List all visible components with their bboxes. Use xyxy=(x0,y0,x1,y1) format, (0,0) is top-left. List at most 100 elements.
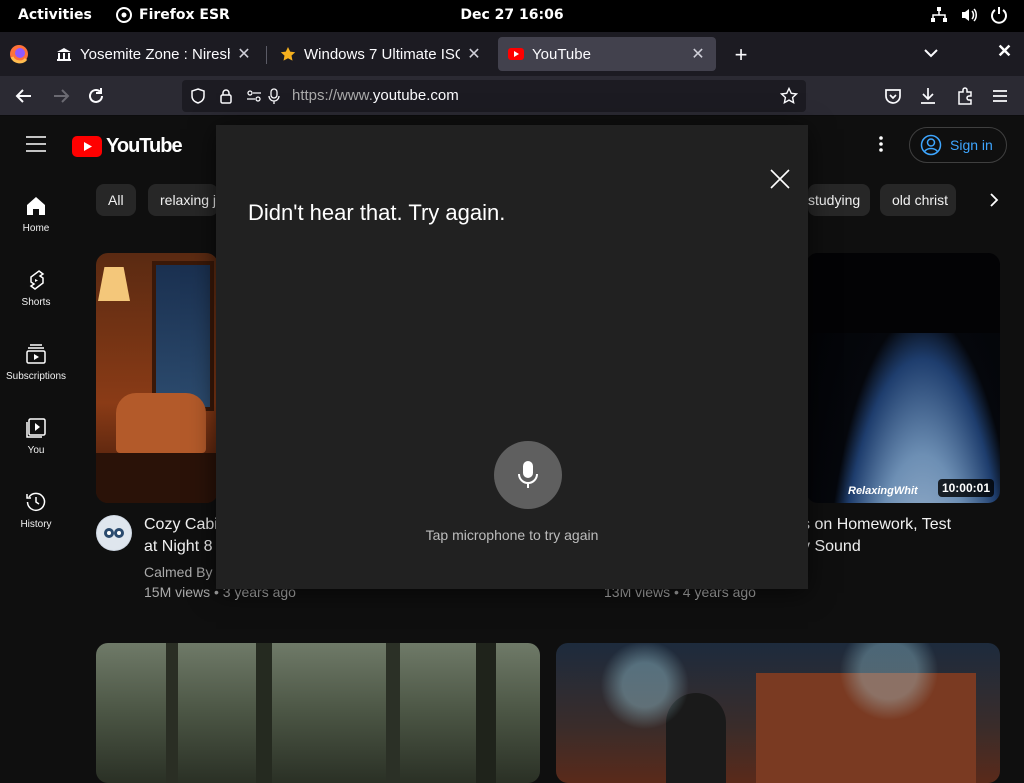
sign-in-label: Sign in xyxy=(950,137,993,153)
chevron-right-icon[interactable] xyxy=(986,192,1002,208)
reload-icon[interactable] xyxy=(86,86,106,106)
sidebar-item-label: History xyxy=(20,519,52,530)
video-title[interactable]: Cozy Cabi xyxy=(144,514,218,536)
youtube-wordmark: YouTube xyxy=(106,135,183,157)
pocket-icon[interactable] xyxy=(883,86,903,106)
tree-trunk xyxy=(476,643,496,783)
sidebar-item-label: You xyxy=(27,445,45,456)
chip-relaxing[interactable]: relaxing j xyxy=(148,184,218,216)
tab-yosemite[interactable]: Yosemite Zone : Niresh; A ✕ xyxy=(46,37,262,71)
home-icon xyxy=(27,197,45,215)
window-scene xyxy=(152,261,214,411)
microphone-permission-icon[interactable] xyxy=(268,88,280,104)
star-icon xyxy=(280,47,296,61)
app-menu[interactable]: Firefox ESR xyxy=(116,7,230,23)
tab-bar: Yosemite Zone : Niresh; A ✕ Windows 7 Ul… xyxy=(0,32,1024,76)
chip-all[interactable]: All xyxy=(96,184,136,216)
you-icon xyxy=(26,418,46,438)
tab-separator xyxy=(266,46,267,64)
chip-studying[interactable]: studying xyxy=(808,184,870,216)
sidebar-item-history[interactable]: History xyxy=(0,491,72,530)
voice-search-dialog: Didn't hear that. Try again. Tap microph… xyxy=(216,125,808,589)
youtube-logo[interactable]: YouTube xyxy=(72,135,183,158)
microphone-icon xyxy=(518,461,538,488)
youtube-logo-icon xyxy=(72,136,102,157)
subscriptions-icon xyxy=(26,344,46,364)
tree-trunk xyxy=(386,643,400,783)
tab-title: YouTube xyxy=(532,45,591,63)
url-prefix: https://www. xyxy=(292,87,373,104)
volume-icon xyxy=(962,8,977,22)
video-title-line2[interactable]: at Night 8 xyxy=(144,536,212,558)
navigation-toolbar: https://www.youtube.com xyxy=(0,76,1024,116)
hamburger-menu-icon[interactable] xyxy=(990,86,1010,106)
power-icon xyxy=(991,7,1007,24)
floor-shadow xyxy=(96,453,218,503)
tree-trunk xyxy=(166,643,178,783)
sidebar-item-shorts[interactable]: Shorts xyxy=(0,269,72,308)
video-thumbnail[interactable] xyxy=(96,643,540,783)
sidebar-item-home[interactable]: Home xyxy=(0,195,72,234)
network-icon xyxy=(931,7,947,22)
forward-arrow-icon[interactable] xyxy=(51,86,71,106)
video-thumbnail[interactable]: RelaxingWhit 10:00:01 xyxy=(806,253,1000,503)
extensions-icon[interactable] xyxy=(955,86,975,106)
channel-watermark: RelaxingWhit xyxy=(848,485,918,497)
tab-close-icon[interactable]: ✕ xyxy=(466,44,482,64)
back-arrow-icon[interactable] xyxy=(14,86,34,106)
dialog-message: Didn't hear that. Try again. xyxy=(248,200,506,225)
string-lights xyxy=(556,643,1000,783)
sidebar-item-subscriptions[interactable]: Subscriptions xyxy=(0,343,72,382)
youtube-icon xyxy=(508,48,524,60)
tab-title: Yosemite Zone : Niresh; A xyxy=(80,45,230,63)
channel-name[interactable]: Calmed By xyxy=(144,564,212,580)
activities-button[interactable]: Activities xyxy=(18,7,92,23)
sidebar-item-you[interactable]: You xyxy=(0,417,72,456)
lock-icon[interactable] xyxy=(218,88,234,104)
url-domain: youtube.com xyxy=(372,87,459,104)
space-scene xyxy=(806,253,1000,333)
chip-old-christmas[interactable]: old christ xyxy=(880,184,956,216)
firefox-app-icon xyxy=(116,7,132,23)
dialog-hint: Tap microphone to try again xyxy=(425,527,599,543)
tab-close-icon[interactable]: ✕ xyxy=(690,44,706,64)
tab-windows7[interactable]: Windows 7 Ultimate ISO ✕ xyxy=(270,37,492,71)
sidebar-item-label: Home xyxy=(22,223,50,234)
new-tab-button[interactable]: + xyxy=(730,42,752,68)
channel-avatar[interactable] xyxy=(96,515,132,551)
tab-title: Windows 7 Ultimate ISO xyxy=(304,45,460,63)
lamp-shade xyxy=(98,267,130,301)
list-all-tabs-icon[interactable] xyxy=(922,44,940,62)
video-title-line2[interactable]: y Sound xyxy=(802,536,861,558)
history-icon xyxy=(26,492,46,511)
video-duration: 10:00:01 xyxy=(937,479,994,497)
video-thumbnail[interactable] xyxy=(556,643,1000,783)
app-name: Firefox ESR xyxy=(139,7,230,23)
firefox-view-icon[interactable] xyxy=(8,43,30,65)
tab-youtube[interactable]: YouTube ✕ xyxy=(498,37,716,71)
close-icon[interactable] xyxy=(768,167,792,191)
sign-in-button[interactable]: Sign in xyxy=(909,127,1007,163)
more-options-icon[interactable] xyxy=(872,134,890,154)
url-bar[interactable]: https://www.youtube.com xyxy=(182,80,806,112)
microphone-button[interactable] xyxy=(494,441,562,509)
shorts-icon xyxy=(29,270,45,290)
owl-avatar-icon xyxy=(97,516,131,550)
video-title[interactable]: s on Homework, Test xyxy=(802,514,951,536)
museum-icon xyxy=(57,48,71,61)
system-tray[interactable] xyxy=(930,6,1008,24)
bookmark-star-icon[interactable] xyxy=(780,87,798,105)
system-top-bar: Activities Firefox ESR Dec 27 16:06 xyxy=(0,0,1024,32)
sidebar-item-label: Shorts xyxy=(21,297,51,308)
permissions-icon[interactable] xyxy=(246,88,262,104)
video-thumbnail[interactable] xyxy=(96,253,218,503)
tab-close-icon[interactable]: ✕ xyxy=(236,44,252,64)
account-icon xyxy=(920,134,942,156)
guide-menu-icon[interactable] xyxy=(26,135,46,153)
tracking-protection-shield-icon[interactable] xyxy=(190,88,206,104)
url-text[interactable]: https://www.youtube.com xyxy=(292,87,459,104)
tree-trunk xyxy=(256,643,272,783)
couch-cushion xyxy=(116,393,206,453)
downloads-icon[interactable] xyxy=(918,86,938,106)
window-close-icon[interactable]: ✕ xyxy=(997,41,1012,62)
